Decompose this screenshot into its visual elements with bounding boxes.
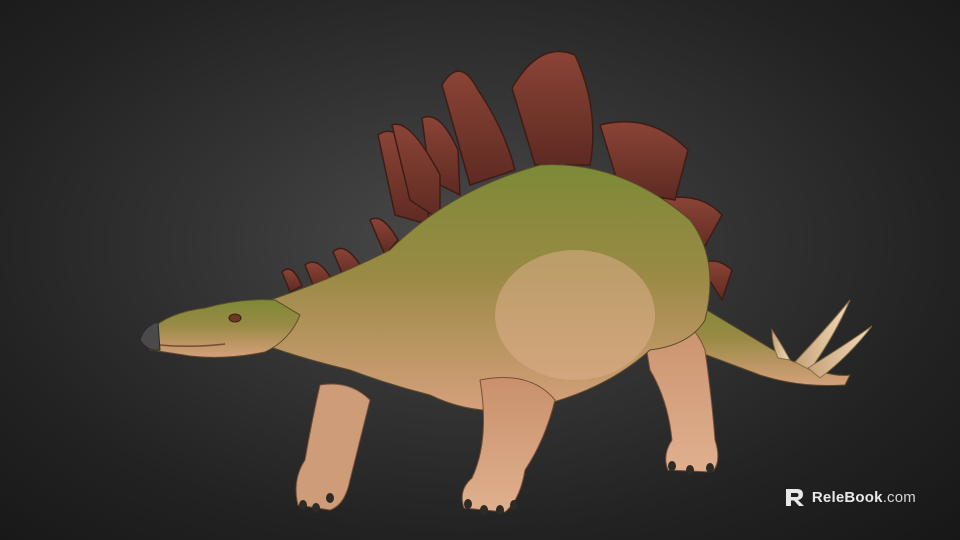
viewer-canvas[interactable]: ReleBook .com [0, 0, 960, 540]
stegosaurus-model-image [139, 50, 873, 515]
relebook-watermark: ReleBook .com [784, 486, 916, 508]
eye [228, 313, 242, 323]
relebook-logo-icon [785, 489, 804, 506]
belly [495, 250, 655, 380]
watermark-brand: ReleBook [811, 488, 883, 506]
beak [139, 321, 161, 351]
watermark-tld: .com [882, 488, 916, 506]
far-front-leg [295, 383, 371, 511]
